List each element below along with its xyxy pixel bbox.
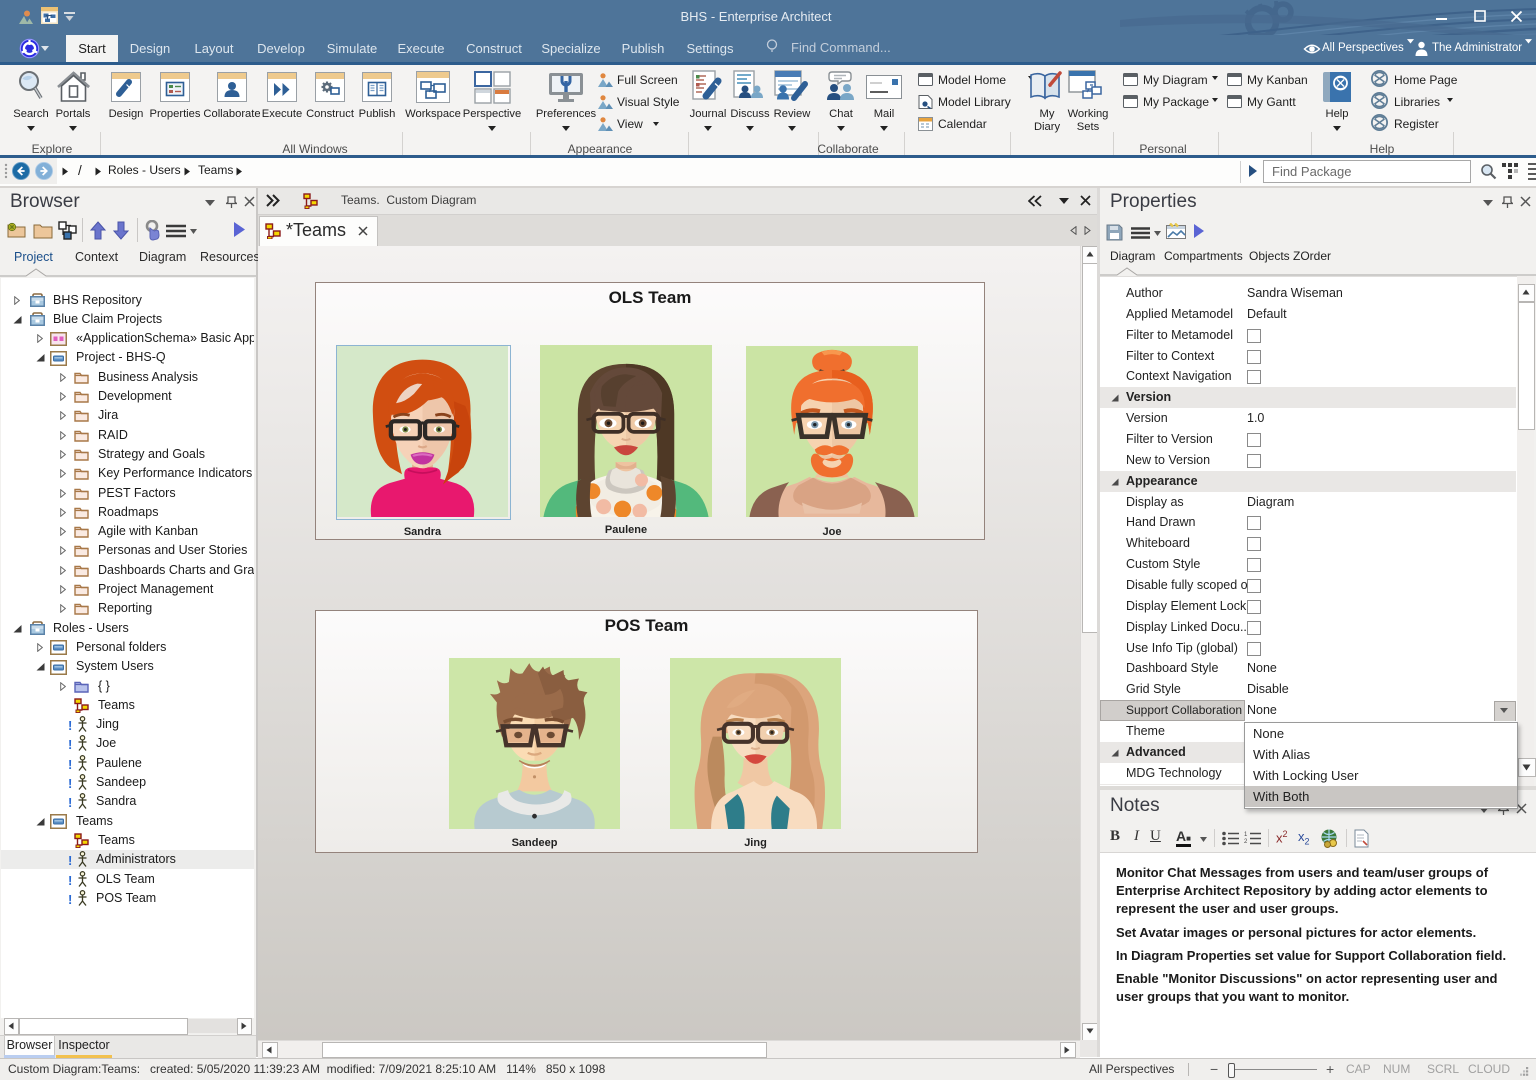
svg-text:1: 1 xyxy=(1244,832,1248,838)
svg-text:2: 2 xyxy=(1244,839,1248,845)
